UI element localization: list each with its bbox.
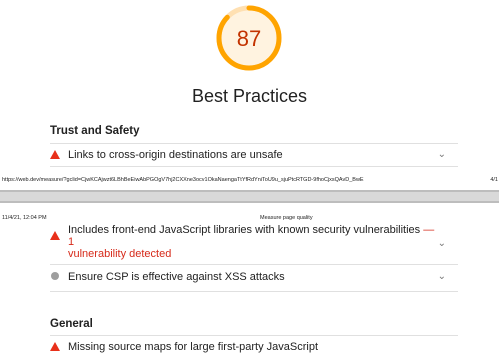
warning-triangle-icon: [50, 230, 62, 242]
audit-csp-xss[interactable]: Ensure CSP is effective against XSS atta…: [50, 268, 458, 290]
audit-title: Ensure CSP is effective against XSS atta…: [68, 271, 285, 283]
score-category-title: Best Practices: [191, 86, 308, 106]
chevron-down-icon[interactable]: ⌄: [438, 149, 446, 160]
divider: [50, 166, 458, 167]
audit-title: Missing source maps for large first-part…: [68, 341, 319, 353]
chevron-down-icon[interactable]: ⌄: [438, 238, 446, 249]
audit-detail: vulnerability detected: [68, 248, 172, 260]
divider: [50, 335, 458, 336]
divider: [50, 291, 458, 292]
print-footer: 11/4/21, 12:04 PM Measure page quality: [0, 214, 499, 224]
warning-triangle-icon: [50, 341, 62, 353]
gray-circle-icon: [50, 271, 62, 283]
warning-triangle-icon: [50, 149, 62, 161]
print-page-number: 4/1: [490, 177, 498, 183]
print-title: Measure page quality: [260, 215, 313, 221]
section-title-general: General: [50, 318, 93, 330]
print-header: https://web.dev/measure/?gclid=CjwKCAjwz…: [0, 175, 499, 185]
chevron-down-icon[interactable]: ⌄: [438, 271, 446, 282]
score-value: 87: [236, 26, 262, 51]
audit-vulnerable-libraries[interactable]: Includes front-end JavaScript libraries …: [50, 224, 458, 262]
divider: [50, 143, 458, 144]
divider: [50, 264, 458, 265]
print-datetime: 11/4/21, 12:04 PM: [2, 215, 47, 221]
page-break: [0, 190, 499, 203]
audit-title: Includes front-end JavaScript libraries …: [68, 224, 421, 236]
audit-cross-origin-links[interactable]: Links to cross-origin destinations are u…: [50, 146, 458, 168]
audit-missing-source-maps[interactable]: Missing source maps for large first-part…: [50, 338, 458, 360]
audit-title: Links to cross-origin destinations are u…: [68, 149, 283, 161]
score-gauge: 87: [215, 4, 283, 72]
print-url: https://web.dev/measure/?gclid=CjwKCAjwz…: [2, 177, 364, 183]
section-title-trust-and-safety: Trust and Safety: [50, 125, 140, 137]
